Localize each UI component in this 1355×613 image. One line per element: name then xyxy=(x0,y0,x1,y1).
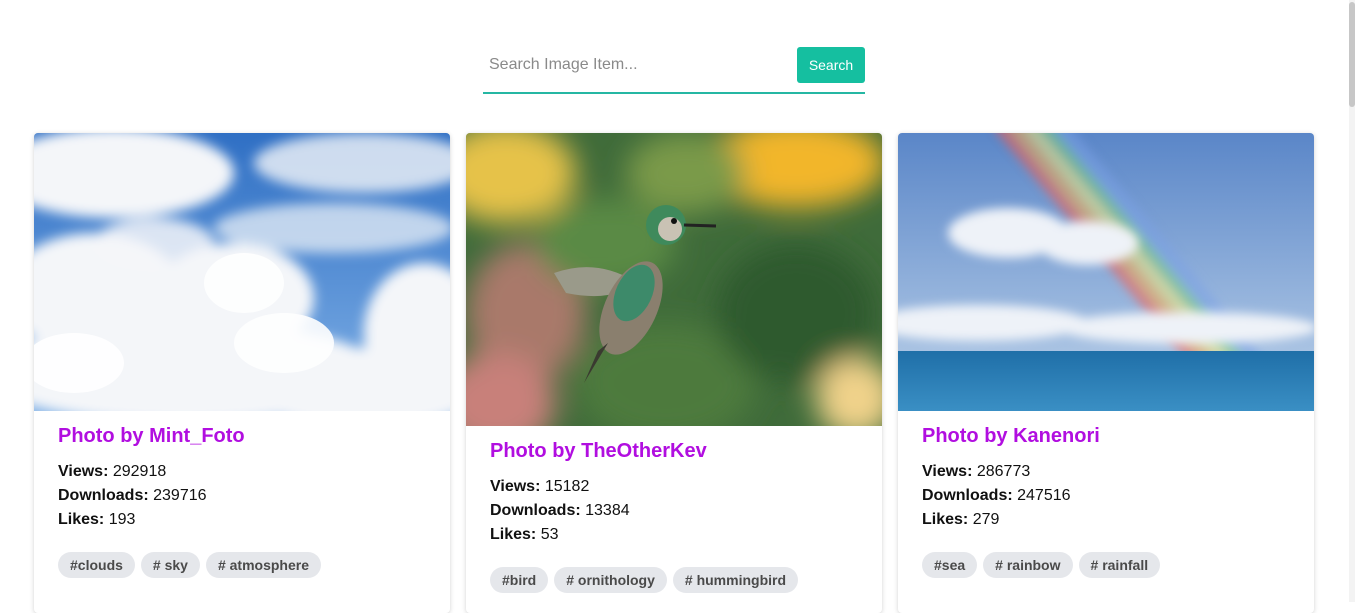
hummingbird-image[interactable] xyxy=(466,133,882,426)
page-scrollbar[interactable] xyxy=(1349,0,1355,602)
views-stat: Views: 286773 xyxy=(922,463,1031,480)
downloads-stat: Downloads: 247516 xyxy=(922,487,1071,504)
image-card: Photo by Mint_Foto Views: 292918 Downloa… xyxy=(34,133,450,613)
tag[interactable]: # sky xyxy=(140,552,200,578)
card-title: Photo by Kanenori xyxy=(922,425,1100,447)
downloads-stat: Downloads: 13384 xyxy=(490,502,630,519)
clouds-sky-image[interactable] xyxy=(34,133,450,411)
likes-stat: Likes: 53 xyxy=(490,526,559,543)
tag[interactable]: # ornithology xyxy=(554,567,667,593)
likes-stat: Likes: 193 xyxy=(58,511,136,528)
views-stat: Views: 15182 xyxy=(490,478,590,495)
search-bar: Search xyxy=(483,44,865,94)
tag[interactable]: #bird xyxy=(490,567,549,593)
tag-list: #sea # rainbow # rainfall xyxy=(922,552,1290,578)
tag[interactable]: #sea xyxy=(922,552,978,578)
likes-stat: Likes: 279 xyxy=(922,511,1000,528)
card-title: Photo by TheOtherKev xyxy=(490,440,707,462)
views-stat: Views: 292918 xyxy=(58,463,167,480)
downloads-stat: Downloads: 239716 xyxy=(58,487,207,504)
tag[interactable]: # rainbow xyxy=(983,552,1073,578)
tag[interactable]: #clouds xyxy=(58,552,135,578)
image-card: Photo by Kanenori Views: 286773 Download… xyxy=(898,133,1314,613)
tag-list: #bird # ornithology # hummingbird xyxy=(490,567,858,593)
tag[interactable]: # atmosphere xyxy=(205,552,321,578)
tag[interactable]: # hummingbird xyxy=(672,567,799,593)
scrollbar-thumb[interactable] xyxy=(1349,2,1355,107)
tag-list: #clouds # sky # atmosphere xyxy=(58,552,426,578)
rainbow-sea-image[interactable] xyxy=(898,133,1314,411)
tag[interactable]: # rainfall xyxy=(1078,552,1161,578)
image-card: Photo by TheOtherKev Views: 15182 Downlo… xyxy=(466,133,882,613)
search-button[interactable]: Search xyxy=(797,47,865,83)
card-title: Photo by Mint_Foto xyxy=(58,425,245,447)
search-input[interactable] xyxy=(483,44,795,86)
